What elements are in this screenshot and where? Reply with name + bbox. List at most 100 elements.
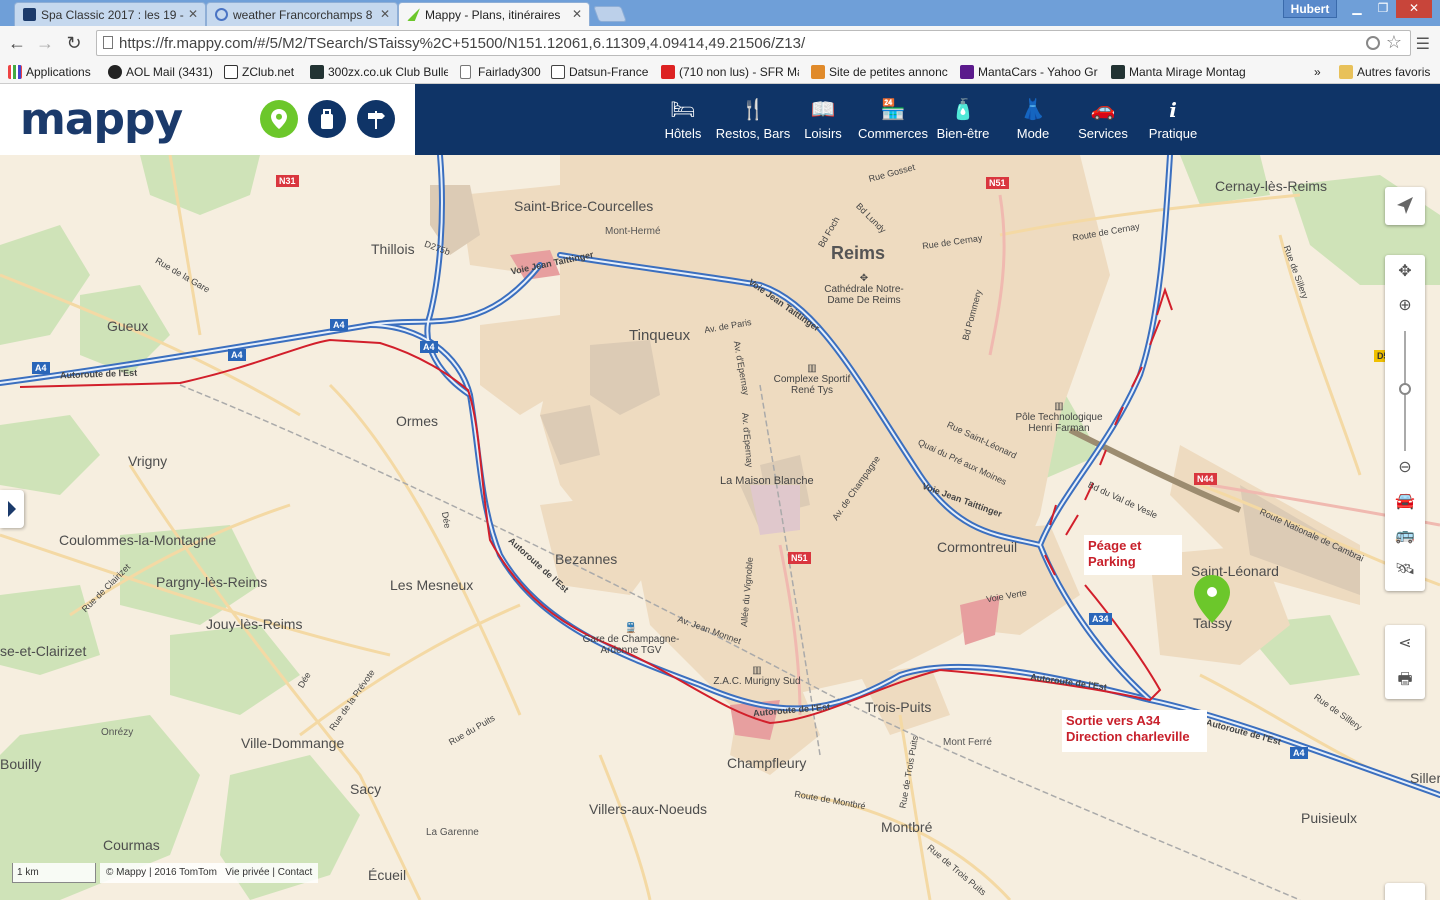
transit-button[interactable]: 🚌: [1385, 519, 1425, 553]
mappy-header: mappy 🛏 Hôtels 🍴 Restos, Bars 📖 Loisirs 🏪 Co…: [0, 84, 1440, 155]
url-text: https://fr.mappy.com/#/5/M2/TSearch/STai…: [119, 35, 806, 52]
label-vrigny: Vrigny: [128, 453, 168, 469]
category-loisirs[interactable]: 📖 Loisirs: [783, 84, 863, 155]
poi-cathedrale[interactable]: ✥ Cathédrale Notre-Dame De Reims: [812, 273, 916, 306]
road-shield-a4: A4: [420, 341, 438, 353]
road-shield-a4: A4: [330, 319, 348, 331]
tab-mappy[interactable]: Mappy - Plans, itinéraires ✕: [398, 2, 590, 26]
road-shield-n44: N44: [1194, 473, 1217, 485]
bookmark-zclub[interactable]: ZClub.net: [224, 63, 299, 81]
privacy-link[interactable]: Vie privée: [225, 867, 269, 878]
bookmark-other[interactable]: Autres favoris: [1339, 63, 1437, 81]
pan-icon: ✥: [1398, 263, 1412, 280]
cutlery-icon: 🍴: [740, 99, 766, 121]
bookmark-sfr[interactable]: (710 non lus) - SFR Ma: [661, 63, 799, 81]
side-panel-toggle[interactable]: [0, 490, 24, 528]
label-cormontreuil: Cormontreuil: [937, 539, 1018, 555]
reload-icon[interactable]: ↻: [63, 32, 85, 54]
label-montbre: Montbré: [881, 819, 933, 835]
luggage-icon: [321, 109, 333, 129]
print-icon: 🖶: [1397, 671, 1413, 688]
destination-pin-icon[interactable]: [1194, 575, 1230, 623]
label-trois-puits: Trois-Puits: [865, 699, 932, 715]
print-button[interactable]: 🖶: [1385, 663, 1425, 697]
poi-complexe[interactable]: ▥ Complexe Sportif René Tys: [770, 363, 854, 396]
more-options-button[interactable]: [1385, 883, 1425, 900]
tab-spa-classic[interactable]: Spa Classic 2017 : les 19 - ✕: [14, 2, 206, 26]
category-pratique[interactable]: i Pratique: [1133, 84, 1213, 155]
category-commerces[interactable]: 🏪 Commerces: [853, 84, 933, 155]
label-mont-ferre: Mont Ferré: [943, 737, 992, 748]
zoom-out-button[interactable]: ⊖: [1385, 451, 1425, 485]
label-pargny: Pargny-lès-Reims: [156, 574, 268, 590]
car-icon: 🚘: [1395, 493, 1415, 510]
category-services[interactable]: 🚗 Services: [1063, 84, 1143, 155]
new-tab-button[interactable]: [593, 6, 627, 22]
luggage-button[interactable]: [308, 100, 346, 138]
minimize-icon[interactable]: ▁: [1344, 0, 1370, 18]
directions-button[interactable]: [357, 100, 395, 138]
poi-maison-blanche[interactable]: La Maison Blanche: [720, 475, 814, 487]
bookmarks-bar: Applications AOL Mail (3431) ZClub.net 3…: [0, 60, 1440, 84]
category-bien-etre[interactable]: 🧴 Bien-être: [923, 84, 1003, 155]
label-ormes: Ormes: [396, 413, 438, 429]
traffic-button[interactable]: 🚘: [1385, 485, 1425, 519]
category-bar: 🛏 Hôtels 🍴 Restos, Bars 📖 Loisirs 🏪 Commerce…: [415, 84, 1440, 155]
bookmark-datsun[interactable]: Datsun-France: [551, 63, 649, 81]
mappy-logo[interactable]: mappy: [20, 94, 183, 145]
bookmark-star-icon[interactable]: ☆: [1386, 32, 1402, 53]
label-la-garenne: La Garenne: [426, 827, 479, 838]
map-canvas[interactable]: Reims Saint-Brice-Courcelles Cernay-lès-…: [0, 155, 1440, 900]
poi-pole[interactable]: ▥ Pôle Technologique Henri Farman: [1012, 401, 1106, 434]
bookmark-300zx[interactable]: 300zx.co.uk Club Bulle: [310, 63, 448, 81]
forward-icon[interactable]: →: [34, 32, 56, 54]
profile-button[interactable]: Hubert: [1283, 0, 1337, 18]
tab-weather[interactable]: weather Francorchamps 8 ✕: [206, 2, 398, 26]
bookmark-annonces[interactable]: Site de petites annonc: [811, 63, 948, 81]
pan-button[interactable]: ✥: [1385, 255, 1425, 289]
bookmark-fairlady[interactable]: Fairlady300: [460, 63, 542, 81]
close-icon[interactable]: ✕: [572, 7, 582, 21]
close-icon[interactable]: ✕: [188, 7, 198, 21]
close-icon[interactable]: ✕: [380, 7, 390, 21]
extension-icon[interactable]: [1366, 36, 1380, 50]
geolocate-button[interactable]: [1385, 187, 1425, 225]
bottle-icon: 🧴: [950, 99, 976, 121]
restore-icon[interactable]: ❐: [1370, 0, 1396, 18]
window-close-icon[interactable]: ✕: [1396, 0, 1432, 18]
bookmark-applications[interactable]: Applications: [8, 63, 98, 81]
back-icon[interactable]: ←: [6, 32, 28, 54]
road-shield-n51: N51: [986, 177, 1009, 189]
tab-bar: Spa Classic 2017 : les 19 - ✕ weather Fr…: [0, 0, 1440, 26]
signpost-icon: [368, 111, 385, 129]
tab-title: Mappy - Plans, itinéraires: [425, 8, 561, 22]
shop-icon: 🏪: [880, 99, 906, 121]
label-jouy: Jouy-lès-Reims: [206, 616, 303, 632]
poi-zac[interactable]: ▥ Z.A.C. Murigny Sud: [712, 665, 802, 687]
label-champfleury: Champfleury: [727, 755, 807, 771]
bookmark-manta-mirage[interactable]: Manta Mirage Montag: [1111, 63, 1249, 81]
bookmarks-overflow-button[interactable]: »: [1312, 63, 1328, 81]
address-bar[interactable]: https://fr.mappy.com/#/5/M2/TSearch/STai…: [96, 30, 1411, 56]
road-shield-n51: N51: [788, 552, 811, 564]
category-hotels[interactable]: 🛏 Hôtels: [643, 84, 723, 155]
satellite-button[interactable]: 🛰: [1385, 553, 1425, 587]
share-button[interactable]: ⋖: [1385, 627, 1425, 661]
zoom-slider-handle[interactable]: [1399, 382, 1411, 395]
manta-icon: [1111, 65, 1125, 79]
map-base: [0, 155, 1440, 900]
aol-icon: [108, 65, 122, 79]
category-restos[interactable]: 🍴 Restos, Bars: [713, 84, 793, 155]
stadium-icon: ▥: [807, 363, 817, 374]
label-puisieulx: Puisieulx: [1301, 810, 1358, 826]
poi-gare[interactable]: 🚆 Gare de Champagne-Ardenne TGV: [566, 623, 696, 656]
cathedral-icon: ✥: [859, 273, 869, 284]
menu-icon[interactable]: ☰: [1416, 34, 1430, 54]
label-gueux: Gueux: [107, 318, 149, 334]
contact-link[interactable]: Contact: [278, 867, 312, 878]
bookmark-aol[interactable]: AOL Mail (3431): [108, 63, 213, 81]
zoom-in-button[interactable]: ⊕: [1385, 289, 1425, 323]
location-pin-button[interactable]: [260, 100, 298, 138]
category-mode[interactable]: 👗 Mode: [993, 84, 1073, 155]
bookmark-mantacars[interactable]: MantaCars - Yahoo Gr: [960, 63, 1098, 81]
